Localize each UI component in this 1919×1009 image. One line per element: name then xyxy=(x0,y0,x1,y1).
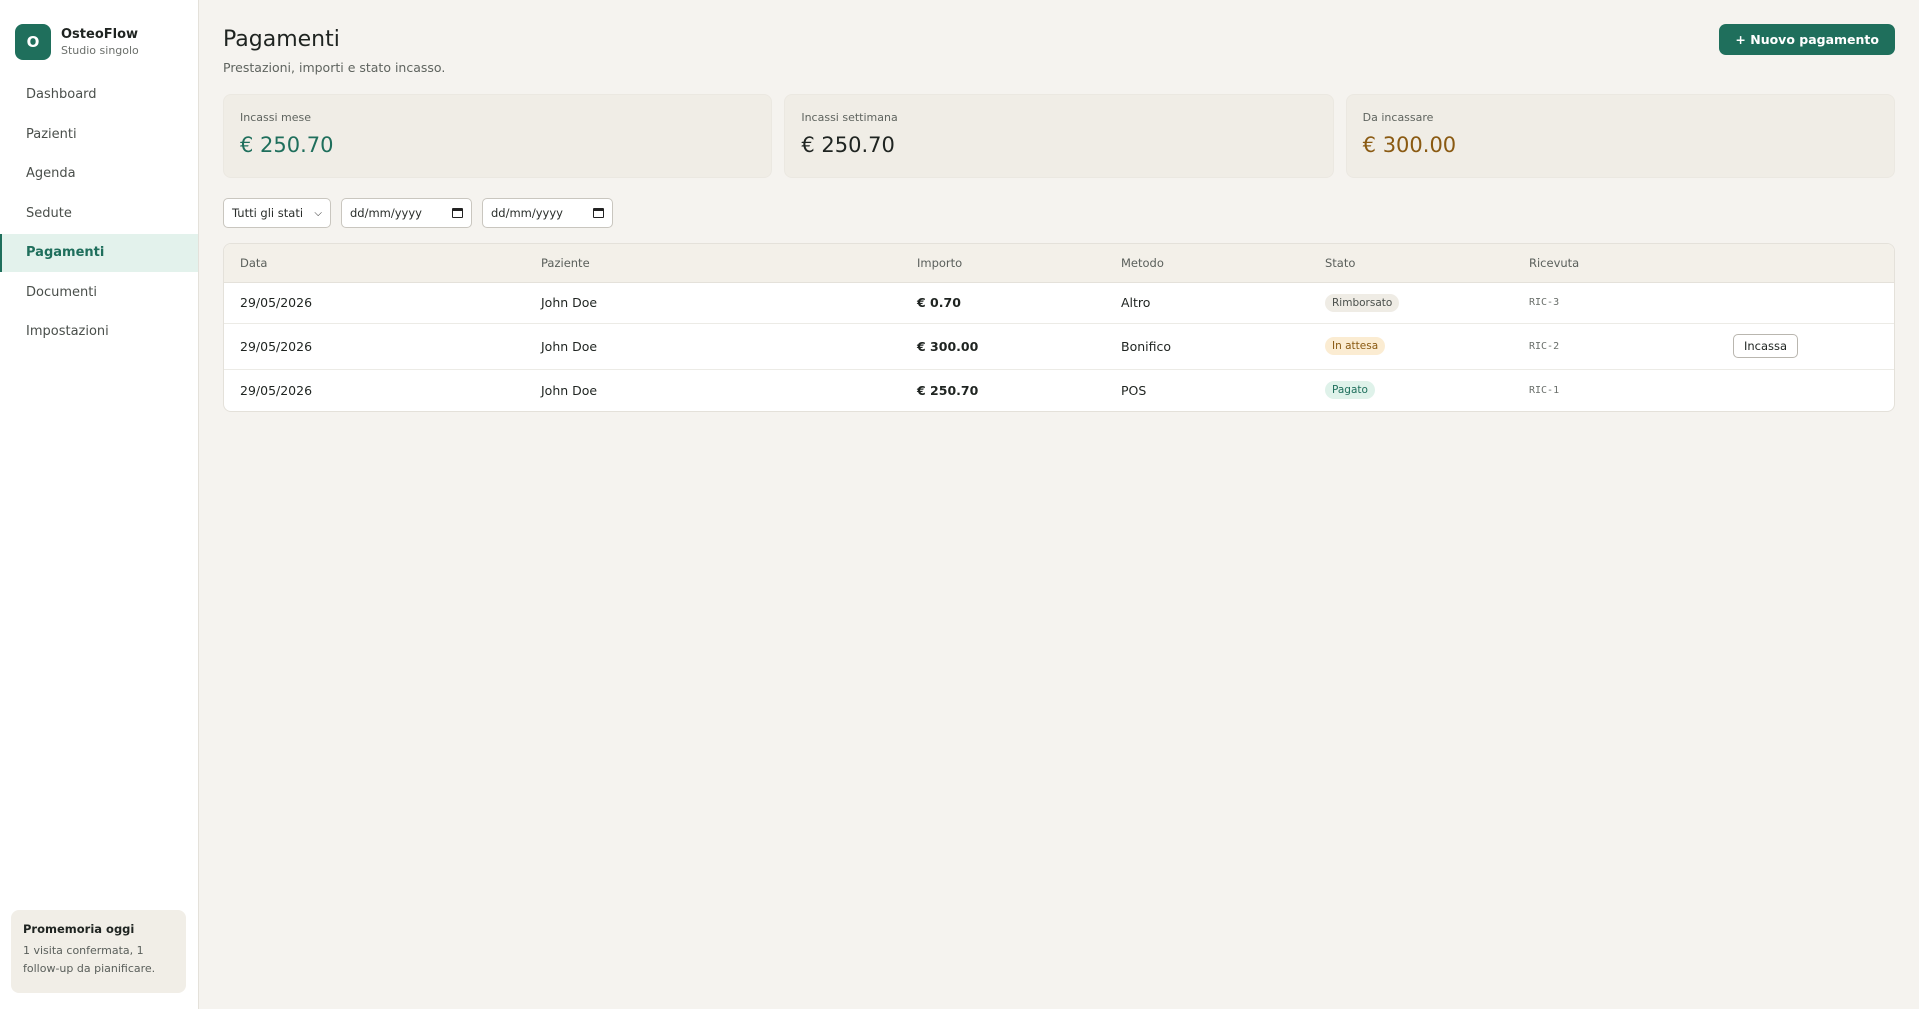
cell-date: 29/05/2026 xyxy=(224,282,525,324)
status-filter-value: Tutti gli stati xyxy=(232,206,304,220)
table-header-row: Data Paziente Importo Metodo Stato Ricev… xyxy=(224,244,1894,283)
stat-card-month: Incassi mese € 250.70 xyxy=(223,94,773,178)
cell-status: Rimborsato xyxy=(1309,282,1513,324)
column-header-metodo: Metodo xyxy=(1105,244,1309,283)
column-header-actions xyxy=(1717,244,1894,283)
reminder-body: 1 visita confermata, 1 follow-up da pian… xyxy=(23,944,156,975)
page-header: Pagamenti Prestazioni, importi e stato i… xyxy=(223,0,1895,94)
payments-table: Data Paziente Importo Metodo Stato Ricev… xyxy=(223,243,1895,412)
cell-method: POS xyxy=(1121,382,1147,398)
cell-amount: € 300.00 xyxy=(901,323,1105,370)
app: O OsteoFlow Studio singolo Dashboard Paz… xyxy=(0,0,1919,1009)
cell-amount: € 250.70 xyxy=(917,382,979,398)
stat-label: Da incassare xyxy=(1362,111,1434,124)
filters-bar: Tutti gli stati ⌵ dd/mm/yyyy dd/mm/yyyy xyxy=(223,198,1895,228)
brand: O OsteoFlow Studio singolo xyxy=(0,0,198,68)
sidebar-item-sedute[interactable]: Sedute xyxy=(0,195,198,233)
reminder-card: Promemoria oggi 1 visita confermata, 1 f… xyxy=(11,910,186,993)
stat-card-week: Incassi settimana € 250.70 xyxy=(784,94,1334,178)
stat-label: Incassi settimana xyxy=(801,111,898,124)
status-filter-select[interactable]: Tutti gli stati ⌵ xyxy=(223,198,331,228)
status-badge: Rimborsato xyxy=(1325,293,1400,312)
cell-method: Bonifico xyxy=(1105,323,1309,370)
date-from-input[interactable]: dd/mm/yyyy xyxy=(341,198,472,228)
cell-status: In attesa xyxy=(1309,323,1513,370)
chevron-down-icon: ⌵ xyxy=(314,207,322,219)
sidebar-nav: Dashboard Pazienti Agenda Sedute Pagamen… xyxy=(0,76,198,351)
calendar-icon[interactable] xyxy=(452,208,463,218)
column-header-stato: Stato xyxy=(1309,244,1513,283)
reminder-title: Promemoria oggi xyxy=(23,922,135,936)
collect-payment-button[interactable]: Incassa xyxy=(1733,334,1799,358)
stats-row: Incassi mese € 250.70 Incassi settimana … xyxy=(223,94,1895,178)
brand-name: OsteoFlow xyxy=(61,26,139,42)
brand-logo: O xyxy=(15,24,51,60)
table-row: 29/05/2026 John Doe € 250.70 POS Pagato … xyxy=(224,369,1894,411)
stat-value: € 250.70 xyxy=(240,133,334,157)
cell-status: Pagato xyxy=(1309,369,1513,411)
column-header-importo: Importo xyxy=(901,244,1105,283)
date-to-input[interactable]: dd/mm/yyyy xyxy=(482,198,613,228)
table-row: 29/05/2026 John Doe € 0.70 Altro Rimbors… xyxy=(224,282,1894,324)
cell-patient: John Doe xyxy=(525,282,901,324)
column-header-data: Data xyxy=(224,244,525,283)
stat-label: Incassi mese xyxy=(240,111,312,124)
page-title: Pagamenti xyxy=(223,27,340,52)
page-subtitle: Prestazioni, importi e stato incasso. xyxy=(223,60,446,75)
calendar-icon[interactable] xyxy=(593,208,604,218)
sidebar-item-agenda[interactable]: Agenda xyxy=(0,155,198,193)
new-payment-button[interactable]: + Nuovo pagamento xyxy=(1719,24,1895,55)
cell-receipt: RIC-1 xyxy=(1529,384,1560,396)
brand-subtitle: Studio singolo xyxy=(61,43,139,57)
stat-card-outstanding: Da incassare € 300.00 xyxy=(1345,94,1895,178)
cell-action xyxy=(1717,282,1894,324)
cell-receipt: RIC-3 xyxy=(1513,282,1717,324)
sidebar-item-documenti[interactable]: Documenti xyxy=(0,274,198,312)
stat-value: € 250.70 xyxy=(801,133,895,157)
cell-receipt: RIC-2 xyxy=(1513,323,1717,370)
cell-amount: € 0.70 xyxy=(901,282,1105,324)
cell-date: 29/05/2026 xyxy=(240,382,313,398)
main-content: Pagamenti Prestazioni, importi e stato i… xyxy=(199,0,1919,1009)
cell-method: Altro xyxy=(1105,282,1309,324)
cell-action xyxy=(1717,369,1894,411)
sidebar-item-pazienti[interactable]: Pazienti xyxy=(0,116,198,154)
sidebar-item-pagamenti[interactable]: Pagamenti xyxy=(0,234,198,272)
sidebar-item-dashboard[interactable]: Dashboard xyxy=(0,76,198,114)
cell-patient: John Doe xyxy=(525,323,901,370)
column-header-paziente: Paziente xyxy=(525,244,901,283)
column-header-ricevuta: Ricevuta xyxy=(1513,244,1717,283)
status-badge: Pagato xyxy=(1325,381,1375,400)
status-badge: In attesa xyxy=(1325,337,1386,355)
cell-action: Incassa xyxy=(1717,323,1894,370)
table-row: 29/05/2026 John Doe € 300.00 Bonifico In… xyxy=(224,323,1894,370)
sidebar: O OsteoFlow Studio singolo Dashboard Paz… xyxy=(0,0,199,1009)
sidebar-item-impostazioni[interactable]: Impostazioni xyxy=(0,313,198,351)
stat-value: € 300.00 xyxy=(1362,133,1457,157)
date-to-placeholder: dd/mm/yyyy xyxy=(491,206,563,220)
brand-text: OsteoFlow Studio singolo xyxy=(61,26,139,59)
cell-patient: John Doe xyxy=(541,382,598,398)
cell-date: 29/05/2026 xyxy=(224,323,525,370)
date-from-placeholder: dd/mm/yyyy xyxy=(350,206,422,220)
